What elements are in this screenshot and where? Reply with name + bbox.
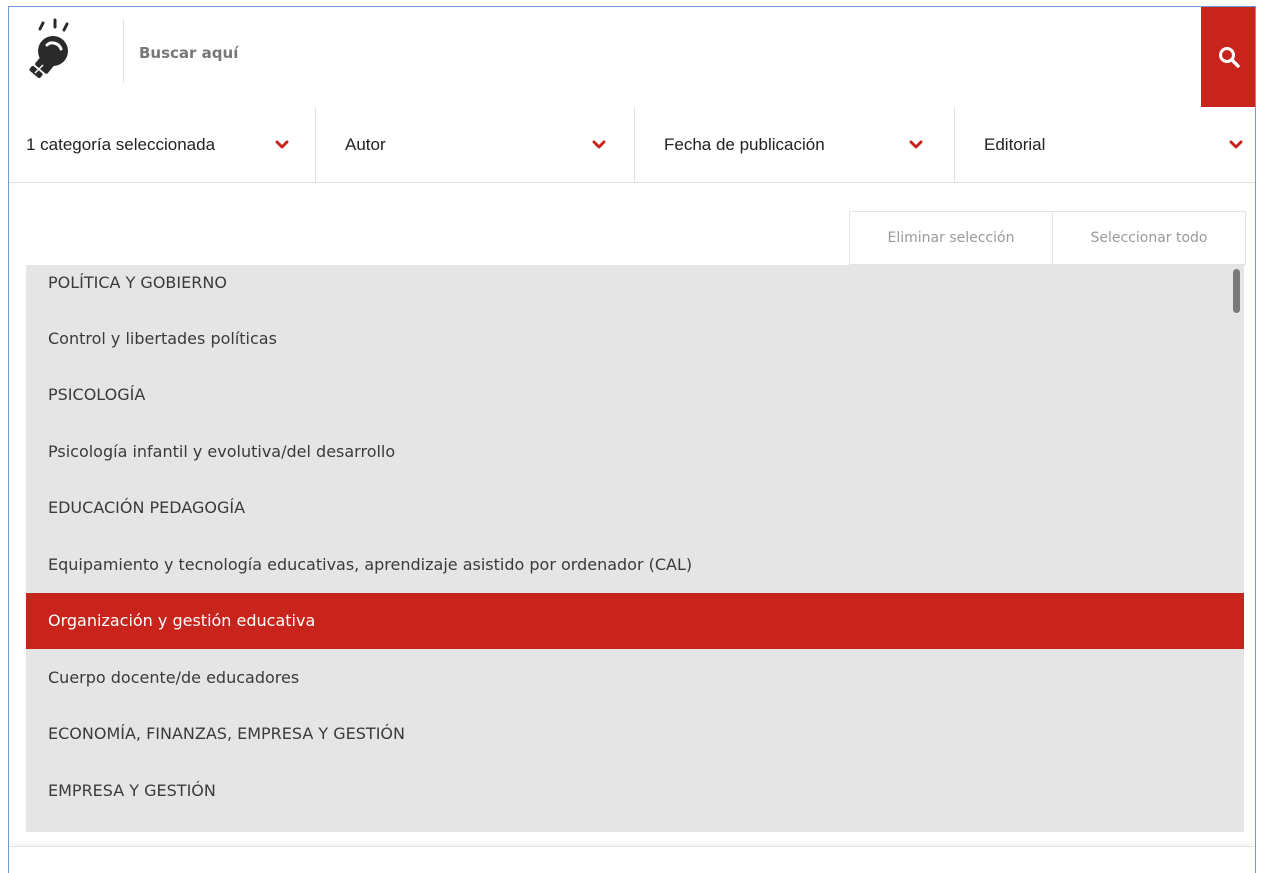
search-icon (1219, 47, 1240, 68)
filter-date-dropdown[interactable]: Fecha de publicación (635, 107, 955, 183)
idea-bulb-logo-icon[interactable] (23, 17, 83, 83)
list-item[interactable]: EDUCACIÓN PEDAGOGÍA (26, 480, 1244, 537)
search-input[interactable] (139, 35, 1189, 71)
list-item[interactable]: Psicología infantil y evolutiva/del desa… (26, 423, 1244, 480)
chevron-down-icon (1229, 140, 1243, 149)
list-item[interactable]: Organización y gestión educativa (26, 592, 1244, 649)
filter-publisher-dropdown[interactable]: Editorial (955, 107, 1255, 183)
list-item[interactable]: Equipamiento y tecnología educativas, ap… (26, 536, 1244, 593)
header-divider (123, 19, 124, 83)
filter-author-dropdown[interactable]: Autor (316, 107, 635, 183)
bottom-bar (9, 846, 1255, 873)
list-item[interactable]: Cuerpo docente/de educadores (26, 649, 1244, 706)
selection-actions: Eliminar selección Seleccionar todo (849, 211, 1246, 265)
list-item[interactable]: EMPRESA Y GESTIÓN (26, 762, 1244, 819)
clear-selection-button[interactable]: Eliminar selección (849, 211, 1053, 265)
list-item[interactable]: POLÍTICA Y GOBIERNO (26, 265, 1244, 310)
list-scrollbar[interactable] (1233, 269, 1240, 313)
chevron-down-icon (592, 140, 606, 149)
header (9, 7, 1255, 107)
list-item[interactable]: ECONOMÍA, FINANZAS, EMPRESA Y GESTIÓN (26, 706, 1244, 763)
filter-date-label: Fecha de publicación (664, 135, 825, 154)
select-all-button[interactable]: Seleccionar todo (1053, 211, 1246, 265)
filter-bar: 1 categoría seleccionada Autor Fecha de … (9, 107, 1255, 183)
list-item[interactable]: PSICOLOGÍA (26, 367, 1244, 424)
app-frame: 1 categoría seleccionada Autor Fecha de … (8, 6, 1256, 873)
list-item[interactable]: Control y libertades políticas (26, 310, 1244, 367)
filter-publisher-label: Editorial (984, 135, 1046, 154)
category-list[interactable]: POLÍTICA Y GOBIERNO Control y libertades… (26, 265, 1244, 832)
filter-category-label: 1 categoría seleccionada (26, 135, 216, 154)
chevron-down-icon (275, 140, 289, 149)
search-button[interactable] (1201, 7, 1255, 107)
chevron-down-icon (909, 140, 923, 149)
filter-author-label: Autor (345, 135, 386, 154)
filter-category-dropdown[interactable]: 1 categoría seleccionada (9, 107, 316, 183)
